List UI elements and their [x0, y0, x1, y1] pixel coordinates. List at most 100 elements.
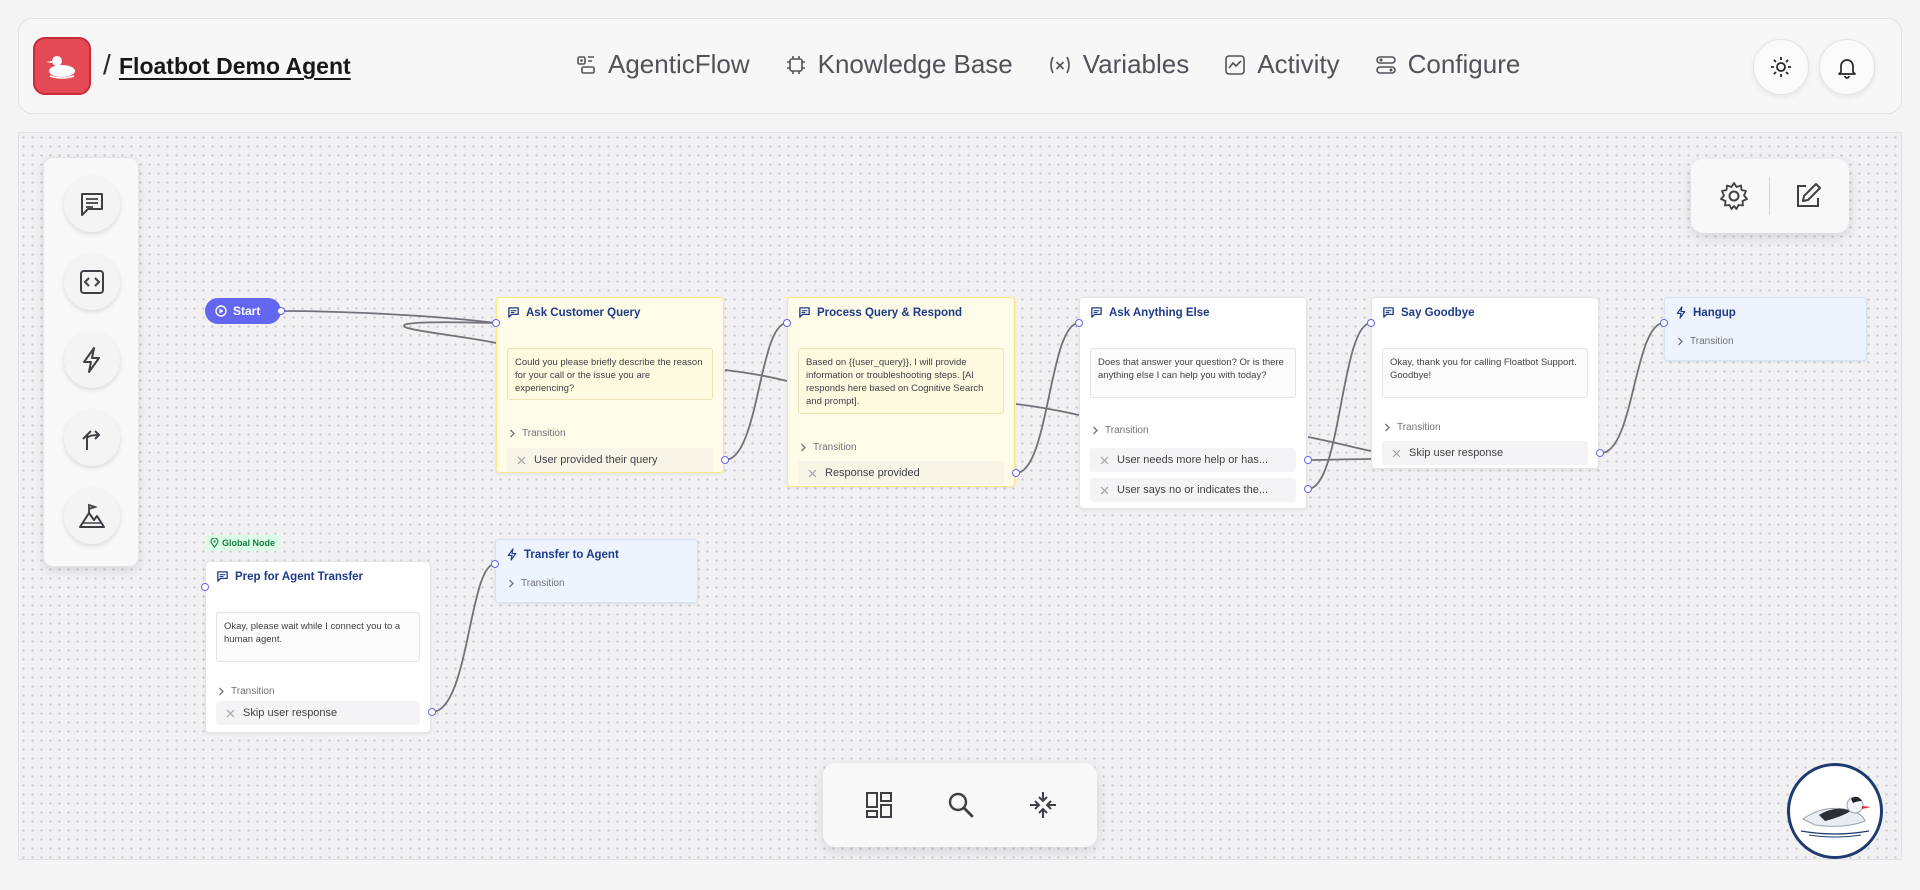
wire-anything-to-goodbye	[1307, 322, 1372, 490]
anything-else-output-handle-1[interactable]	[1304, 456, 1312, 464]
agent-name-link[interactable]: Floatbot Demo Agent	[119, 53, 351, 80]
transition-toggle[interactable]: Transition	[508, 578, 565, 589]
top-header: / Floatbot Demo Agent AgenticFlow Knowle…	[18, 18, 1902, 114]
global-node-label: Global Node	[222, 538, 276, 548]
add-code-node-button[interactable]	[64, 254, 120, 310]
notifications-button[interactable]	[1819, 39, 1875, 95]
transition-label: Transition	[231, 686, 275, 697]
connection-wires	[280, 310, 1665, 713]
nav-agenticflow-label: AgenticFlow	[608, 49, 750, 79]
route-icon	[226, 709, 235, 717]
branch-icon	[82, 430, 101, 450]
nav-knowledge-base[interactable]: Knowledge Base	[784, 49, 1013, 80]
transition-toggle[interactable]: Transition	[509, 428, 566, 439]
chevron-right-icon	[510, 429, 515, 438]
message-icon	[1091, 307, 1102, 318]
route-icon	[1100, 486, 1109, 494]
message-icon	[799, 307, 810, 318]
route-item[interactable]: User provided their query	[507, 448, 713, 472]
prep-transfer-input-handle[interactable]	[201, 583, 209, 591]
message-icon	[81, 193, 103, 216]
app-logo[interactable]	[33, 37, 91, 95]
node-title-label: Ask Customer Query	[526, 306, 641, 319]
node-title-label: Say Goodbye	[1401, 306, 1475, 319]
route-item[interactable]: Skip user response	[1382, 441, 1588, 465]
node-say-goodbye[interactable]: Say Goodbye Okay, thank you for calling …	[1371, 297, 1599, 469]
mountain-flag-icon	[79, 503, 105, 528]
transition-toggle[interactable]: Transition	[800, 442, 857, 453]
left-toolbar	[43, 157, 139, 567]
canvas-settings-button[interactable]	[1713, 175, 1755, 217]
flow-canvas[interactable]: Start Ask Customer Query Could you pleas…	[18, 132, 1902, 860]
transition-toggle[interactable]: Transition	[218, 686, 275, 697]
wire-anything-route1	[1307, 458, 1372, 461]
bird-avatar-icon	[1800, 796, 1871, 838]
start-node[interactable]: Start	[205, 298, 281, 324]
lightning-icon	[507, 548, 517, 561]
route-icon	[517, 456, 526, 464]
add-branch-node-button[interactable]	[64, 410, 120, 466]
transition-label: Transition	[1397, 422, 1441, 433]
ask-query-input-handle[interactable]	[492, 319, 500, 327]
transition-toggle[interactable]: Transition	[1092, 425, 1149, 436]
node-ask-anything-else[interactable]: Ask Anything Else Does that answer your …	[1079, 297, 1307, 509]
edit-flow-button[interactable]	[1787, 175, 1829, 217]
nav-variables[interactable]: Variables	[1047, 49, 1189, 80]
node-title: Ask Anything Else	[1090, 306, 1210, 319]
anything-else-output-handle-2[interactable]	[1304, 485, 1312, 493]
route-item[interactable]: User needs more help or has...	[1090, 448, 1296, 472]
node-message: Okay, please wait while I connect you to…	[216, 612, 420, 662]
location-pin-icon	[210, 538, 219, 548]
node-transfer-to-agent[interactable]: Transfer to Agent Transition	[495, 539, 698, 603]
node-ask-customer-query[interactable]: Ask Customer Query Could you please brie…	[496, 297, 724, 473]
duck-logo-icon	[46, 56, 75, 79]
node-title: Process Query & Respond	[798, 306, 962, 319]
route-item[interactable]: User says no or indicates the...	[1090, 478, 1296, 502]
process-query-output-handle[interactable]	[1012, 469, 1020, 477]
add-message-node-button[interactable]	[64, 176, 120, 232]
chip-icon	[786, 55, 805, 74]
wire-start-loop	[403, 321, 497, 344]
wire-prep-to-transfer	[431, 563, 496, 713]
nav-configure[interactable]: Configure	[1374, 49, 1521, 80]
toolbar-divider	[1769, 177, 1770, 215]
node-process-query-respond[interactable]: Process Query & Respond Based on {{user_…	[787, 297, 1015, 487]
node-title: Hangup	[1675, 306, 1736, 319]
nav-configure-label: Configure	[1407, 49, 1521, 79]
chevron-right-icon	[1093, 426, 1098, 435]
edit-icon	[1797, 183, 1821, 207]
goodbye-input-handle[interactable]	[1367, 319, 1375, 327]
add-goal-node-button[interactable]	[64, 488, 120, 544]
process-query-input-handle[interactable]	[783, 319, 791, 327]
route-item[interactable]: Response provided	[798, 461, 1004, 485]
prep-transfer-output-handle[interactable]	[428, 708, 436, 716]
node-title: Transfer to Agent	[506, 548, 619, 561]
auto-layout-button[interactable]	[857, 783, 901, 827]
transition-toggle[interactable]: Transition	[1677, 336, 1734, 347]
wire-start-to-ask-query	[280, 310, 497, 324]
message-icon	[508, 307, 519, 318]
main-nav: AgenticFlow Knowledge Base Variables Act…	[574, 49, 1520, 80]
configure-icon	[1375, 55, 1396, 74]
add-action-node-button[interactable]	[64, 332, 120, 388]
start-label: Start	[233, 304, 261, 318]
hangup-input-handle[interactable]	[1660, 319, 1668, 327]
transition-label: Transition	[1105, 425, 1149, 436]
route-item[interactable]: Skip user response	[216, 701, 420, 725]
wire-anything-cross	[1307, 436, 1372, 452]
canvas-view-toolbar	[823, 763, 1097, 847]
start-output-handle[interactable]	[277, 307, 285, 315]
transition-toggle[interactable]: Transition	[1384, 422, 1441, 433]
node-hangup[interactable]: Hangup Transition	[1664, 297, 1867, 361]
node-prep-agent-transfer[interactable]: Prep for Agent Transfer Okay, please wai…	[205, 561, 431, 733]
theme-toggle-button[interactable]	[1753, 39, 1809, 95]
search-nodes-button[interactable]	[939, 783, 983, 827]
assistant-avatar[interactable]	[1787, 763, 1883, 859]
ask-query-output-handle[interactable]	[721, 456, 729, 464]
transfer-agent-input-handle[interactable]	[491, 560, 499, 568]
goodbye-output-handle[interactable]	[1596, 449, 1604, 457]
fit-view-button[interactable]	[1021, 783, 1065, 827]
nav-activity[interactable]: Activity	[1223, 49, 1340, 80]
anything-else-input-handle[interactable]	[1075, 319, 1083, 327]
nav-agenticflow[interactable]: AgenticFlow	[574, 49, 750, 80]
